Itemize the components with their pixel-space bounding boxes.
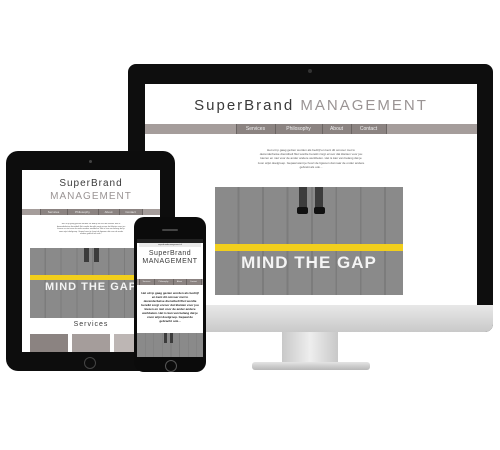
hero-photo: MIND THE GAP: [215, 187, 403, 295]
nav-item-contact[interactable]: Contact: [350, 124, 387, 134]
hero-photo: [137, 333, 203, 357]
shoe-left: [297, 207, 308, 214]
home-button[interactable]: [165, 360, 177, 372]
nav-item-philosophy[interactable]: Philosophy: [153, 279, 173, 285]
shoe-right: [314, 207, 325, 214]
camera-icon: [89, 160, 92, 163]
camera-icon: [308, 69, 312, 73]
site-logo[interactable]: SuperBrand MANAGEMENT: [145, 97, 477, 114]
brand-name-part2: MANAGEMENT: [300, 97, 428, 114]
pavement: [215, 187, 403, 295]
nav-item-philosophy[interactable]: Philosophy: [274, 124, 322, 134]
imac-stand: [282, 332, 338, 366]
nav-item-philosophy[interactable]: Philosophy: [66, 209, 98, 215]
main-nav: Services Philosophy About Contact: [22, 209, 160, 215]
iphone-screen: superbrandmanagement.nl SuperBrand MANAG…: [137, 239, 203, 357]
nav-item-services[interactable]: Services: [235, 124, 275, 134]
nav-item-about[interactable]: About: [321, 124, 351, 134]
main-nav: Services Philosophy About Contact: [145, 124, 477, 134]
legs-right: [315, 187, 323, 209]
site-logo[interactable]: SuperBrand MANAGEMENT: [22, 178, 160, 202]
nav-item-contact[interactable]: Contact: [185, 279, 202, 285]
main-nav: Services Philosophy About Contact: [137, 279, 203, 285]
intro-text: Het uit ip gaag gezien worden als bedrij…: [257, 148, 365, 169]
legs-right: [170, 333, 173, 343]
nav-item-services[interactable]: Services: [138, 279, 154, 285]
nav-item-about[interactable]: About: [172, 279, 186, 285]
brand-name-part1: SuperBrand: [59, 178, 123, 189]
safety-stripe-top: [215, 244, 403, 251]
site-logo[interactable]: SuperBrand MANAGEMENT: [137, 250, 203, 265]
mind-the-gap-text: MIND THE GAP: [241, 253, 377, 272]
speaker-grille: [162, 229, 178, 231]
home-button[interactable]: [84, 357, 96, 369]
service-card-1[interactable]: [30, 334, 68, 352]
legs-right: [94, 248, 99, 262]
intro-text: Het uit ip gaag gezien worden als bedrij…: [141, 291, 199, 323]
brand-name-part1: SuperBrand: [194, 97, 295, 114]
legs-left: [84, 248, 89, 262]
brand-name-part2: MANAGEMENT: [142, 258, 198, 265]
imac-stand-base: [252, 362, 370, 370]
legs-left: [164, 333, 167, 343]
brand-name-part1: SuperBrand: [148, 250, 192, 257]
brand-name-part2: MANAGEMENT: [50, 191, 132, 202]
nav-item-services[interactable]: Services: [39, 209, 67, 215]
intro-text: Het uit ip gaag gezien worden als bedrij…: [56, 223, 126, 236]
nav-item-contact[interactable]: Contact: [118, 209, 143, 215]
service-card-2[interactable]: [72, 334, 110, 352]
url-bar[interactable]: superbrandmanagement.nl: [139, 243, 201, 247]
nav-item-about[interactable]: About: [97, 209, 119, 215]
legs-left: [299, 187, 307, 209]
